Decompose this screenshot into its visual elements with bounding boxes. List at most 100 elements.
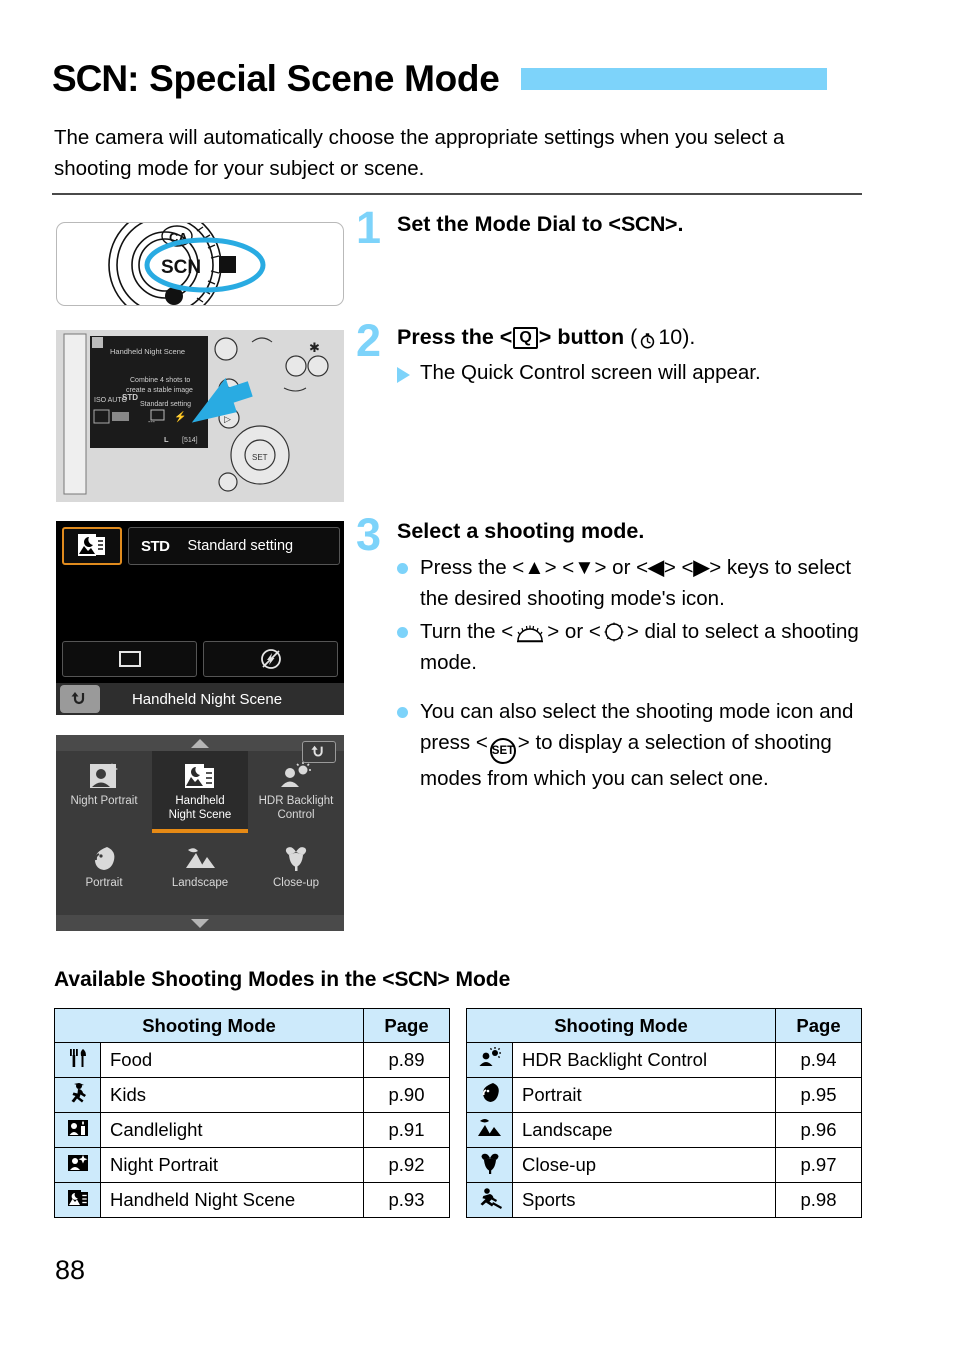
table-title-post: > Mode bbox=[437, 968, 511, 991]
table-row: Portrait p.95 bbox=[466, 1077, 862, 1113]
row-name: Food bbox=[100, 1042, 364, 1078]
ms-row-1: Night Portrait Handheld Night Scene HDR … bbox=[56, 751, 344, 833]
title-accent-bar bbox=[521, 68, 828, 90]
caret-down-icon bbox=[191, 918, 209, 928]
ms-item-close-up[interactable]: Close-up bbox=[248, 833, 344, 915]
table-row: Landscape p.96 bbox=[466, 1112, 862, 1148]
title-scn-label: SCN bbox=[52, 58, 128, 99]
row-name: HDR Backlight Control bbox=[512, 1042, 776, 1078]
ms-label: Handheld bbox=[175, 795, 225, 807]
night-portrait-icon bbox=[87, 757, 121, 795]
step-2-heading: Press the < Q > button (10). bbox=[397, 325, 867, 350]
qc-back-button[interactable] bbox=[60, 685, 100, 713]
step-3-body: Press the <▲> <▼> or <◀> <▶> keys to sel… bbox=[397, 553, 872, 797]
qc-mode-name-label: Handheld Night Scene bbox=[131, 690, 283, 708]
result-arrow-icon bbox=[397, 367, 410, 383]
back-arrow-icon bbox=[71, 692, 85, 705]
table-title-scn-icon: SCN bbox=[394, 968, 438, 991]
row-page: p.93 bbox=[363, 1182, 450, 1218]
row-name: Night Portrait bbox=[100, 1147, 364, 1183]
table-section-title: Available Shooting Modes in the <SCN> Mo… bbox=[54, 968, 510, 992]
page-title-text: SCN: Special Scene Mode bbox=[52, 58, 500, 100]
landscape-icon bbox=[182, 839, 218, 877]
main-dial-icon bbox=[517, 625, 544, 643]
page-title: SCN: Special Scene Mode bbox=[52, 58, 902, 100]
hdr-backlight-control-icon bbox=[466, 1042, 513, 1078]
page-number: 88 bbox=[55, 1255, 86, 1285]
food-icon bbox=[54, 1042, 101, 1078]
figure-quick-control-screen: STD Standard setting Handheld Night Scen… bbox=[56, 521, 344, 715]
qc-drive-mode-tile[interactable] bbox=[62, 641, 197, 677]
quick-control-dial-icon bbox=[604, 622, 624, 642]
th-shooting-mode: Shooting Mode bbox=[54, 1008, 364, 1043]
row-name: Handheld Night Scene bbox=[100, 1182, 364, 1218]
svg-text:⚡: ⚡ bbox=[174, 410, 186, 423]
camera-screen-shots: [514] bbox=[182, 437, 198, 444]
shooting-modes-table-left: Shooting Mode Page Food p.89 Kids p.90 C… bbox=[54, 1008, 450, 1218]
header-divider bbox=[52, 193, 862, 195]
row-page: p.96 bbox=[775, 1112, 862, 1148]
manual-page: SCN: Special Scene Mode The camera will … bbox=[0, 0, 954, 1345]
qc-picture-style-label: Standard setting bbox=[187, 538, 294, 554]
step-2-detail-text: The Quick Control screen will appear. bbox=[420, 361, 761, 384]
step-3-heading: Select a shooting mode. bbox=[397, 519, 645, 543]
step-1-heading-post: >. bbox=[664, 212, 684, 236]
table-row: Candlelight p.91 bbox=[54, 1112, 450, 1148]
step-3-bullet-2: Turn the < > or < > dial to select a shoot… bbox=[397, 617, 872, 678]
quick-control-button-icon: Q bbox=[513, 327, 538, 349]
title-rest: : Special Scene Mode bbox=[127, 58, 500, 99]
step-1-heading-pre: Set the Mode Dial to < bbox=[397, 212, 621, 236]
step-3-number: 3 bbox=[356, 509, 382, 560]
step-2-number: 2 bbox=[356, 315, 382, 366]
row-page: p.94 bbox=[775, 1042, 862, 1078]
mode-dial-scn-label: SCN bbox=[161, 257, 201, 278]
qc-top-row: STD Standard setting bbox=[56, 521, 344, 565]
qc-picture-style-badge: STD bbox=[141, 537, 170, 555]
step-2-heading-post: > button bbox=[538, 325, 625, 349]
th-page: Page bbox=[775, 1008, 862, 1043]
bullet-dot-icon bbox=[397, 627, 408, 638]
row-name: Candlelight bbox=[100, 1112, 364, 1148]
step-3-bullet-1: Press the <▲> <▼> or <◀> <▶> keys to sel… bbox=[397, 553, 872, 614]
set-button-icon: SET bbox=[489, 737, 516, 764]
row-page: p.91 bbox=[363, 1112, 450, 1148]
step-3-bullet-1-tail: keys to select the desired shooting mode… bbox=[420, 556, 852, 610]
qc-shooting-mode-tile[interactable] bbox=[62, 527, 122, 565]
step-2-heading-pre: Press the < bbox=[397, 325, 513, 349]
bullet-dot-icon bbox=[397, 707, 408, 718]
handheld-night-scene-icon bbox=[183, 757, 217, 795]
caret-up-icon bbox=[191, 738, 209, 748]
ms-item-night-portrait[interactable]: Night Portrait bbox=[56, 751, 152, 833]
ms-label: HDR Backlight bbox=[258, 795, 334, 807]
qc-empty-area bbox=[56, 565, 344, 641]
ms-item-portrait[interactable]: Portrait bbox=[56, 833, 152, 915]
ms-item-landscape[interactable]: Landscape bbox=[152, 833, 248, 915]
portrait-icon bbox=[87, 839, 121, 877]
ms-label-2: Control bbox=[277, 808, 315, 821]
ms-back-button[interactable] bbox=[302, 741, 336, 763]
shooting-modes-table-right: Shooting Mode Page HDR Backlight Control… bbox=[466, 1008, 862, 1218]
ms-label: Landscape bbox=[171, 877, 229, 889]
camera-screen-setting: Standard setting bbox=[140, 401, 191, 408]
qc-flash-tile[interactable] bbox=[203, 641, 338, 677]
ms-scroll-down[interactable] bbox=[56, 915, 344, 931]
row-page: p.90 bbox=[363, 1077, 450, 1113]
table-header-row: Shooting Mode Page bbox=[466, 1008, 862, 1043]
handheld-night-scene-icon bbox=[54, 1182, 101, 1218]
qc-picture-style-tile[interactable]: STD Standard setting bbox=[128, 527, 340, 565]
step-3-bullet-2-text: Turn the < > or < > dial to select a shoot… bbox=[420, 620, 859, 674]
row-page: p.95 bbox=[775, 1077, 862, 1113]
step-3-bullet-3: You can also select the shooting mode ic… bbox=[397, 697, 872, 794]
camera-screen-quality: L bbox=[164, 435, 169, 444]
row-name: Kids bbox=[100, 1077, 364, 1113]
ms-item-hdr-backlight-control[interactable]: HDR Backlight Control bbox=[248, 751, 344, 833]
row-page: p.92 bbox=[363, 1147, 450, 1183]
qc-bottom-row bbox=[56, 641, 344, 677]
camera-screen-line1: Combine 4 shots to bbox=[130, 377, 190, 384]
row-name: Portrait bbox=[512, 1077, 776, 1113]
ms-item-handheld-night-scene[interactable]: Handheld Night Scene bbox=[152, 751, 248, 833]
portrait-icon bbox=[466, 1077, 513, 1113]
svg-text:SET: SET bbox=[252, 453, 268, 462]
handheld-night-scene-icon bbox=[78, 534, 105, 556]
ms-scroll-up[interactable] bbox=[56, 735, 344, 751]
